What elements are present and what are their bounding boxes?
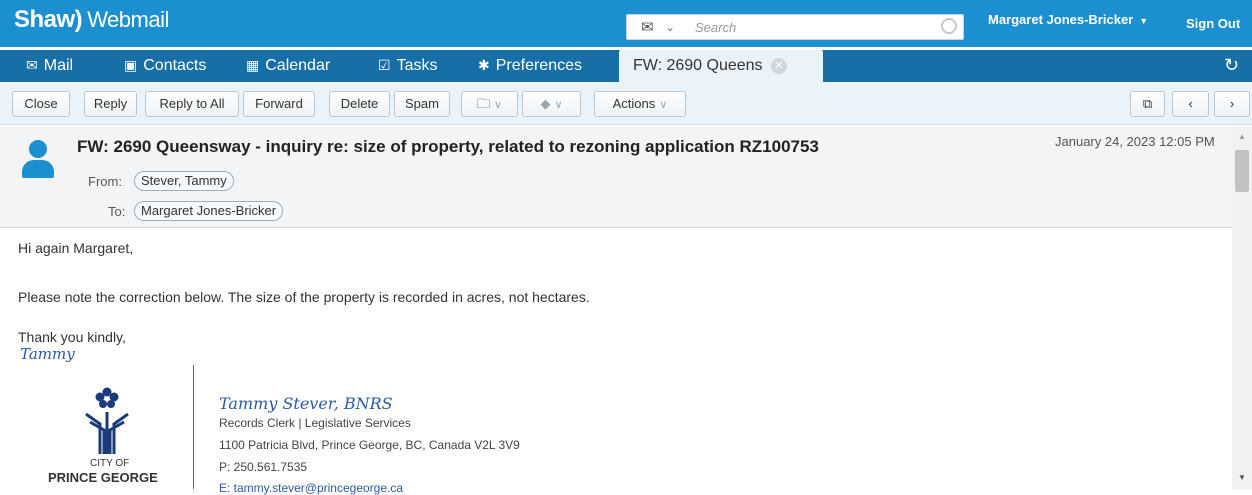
sign-out-link[interactable]: Sign Out <box>1186 16 1240 31</box>
search-icon[interactable] <box>941 18 957 34</box>
tag-button[interactable]: ◆ ∨ <box>522 91 581 117</box>
nav-label: Mail <box>43 57 74 74</box>
signature-address: 1100 Patricia Blvd, Prince George, BC, C… <box>219 438 520 452</box>
app-name: Webmail <box>87 7 169 32</box>
user-menu[interactable]: Margaret Jones-Bricker ▼ <box>988 12 1148 27</box>
envelope-icon[interactable]: ✉ <box>641 18 654 36</box>
chevron-down-icon[interactable]: ⌄ <box>665 20 675 34</box>
scroll-up-icon[interactable]: ▲ <box>1238 132 1246 141</box>
chevron-down-icon: ∨ <box>659 99 668 111</box>
actions-label: Actions <box>612 96 656 111</box>
tab-message[interactable]: FW: 2690 Queens ✕ <box>619 50 823 82</box>
chevron-down-icon: ∨ <box>493 99 503 111</box>
delete-button[interactable]: Delete <box>329 91 390 117</box>
nav-label: Tasks <box>396 57 438 74</box>
main-nav: ✉ Mail ▣ Contacts ▦ Calendar ☑ Tasks ✱ Prefer… <box>0 50 1252 82</box>
scroll-down-icon[interactable]: ▼ <box>1238 473 1246 482</box>
previous-button[interactable]: ‹ <box>1172 91 1209 117</box>
chevron-right-icon: › <box>1229 96 1235 111</box>
from-pill[interactable]: Stever, Tammy <box>134 171 234 191</box>
spam-button[interactable]: Spam <box>394 91 450 117</box>
chevron-down-icon: ∨ <box>554 99 563 111</box>
actions-button[interactable]: Actions ∨ <box>594 91 686 117</box>
nav-label: Calendar <box>265 57 331 74</box>
from-label: From: <box>88 174 122 189</box>
tag-icon: ◆ <box>540 96 551 111</box>
message-toolbar: Close Reply Reply to All Forward Delete … <box>0 82 1252 125</box>
close-button[interactable]: Close <box>12 91 70 117</box>
tab-label: FW: 2690 Queens <box>633 57 763 74</box>
signature-name: Tammy Stever, BNRS <box>219 394 393 413</box>
greeting-text: Hi again Margaret, <box>18 240 134 256</box>
brand-text: Shaw) <box>14 6 83 33</box>
prince-george-label: PRINCE GEORGE <box>48 470 158 485</box>
to-pill[interactable]: Margaret Jones-Bricker <box>134 201 284 221</box>
nav-label: Contacts <box>143 57 207 74</box>
mail-icon: ✉ <box>26 57 38 73</box>
close-icon[interactable]: ✕ <box>770 58 787 74</box>
chevron-down-icon: ▼ <box>1139 16 1149 26</box>
city-of-label: CITY OF <box>90 458 130 469</box>
shaw-logo[interactable]: Shaw) Webmail <box>14 6 169 34</box>
contacts-icon: ▣ <box>124 57 138 73</box>
nav-contacts[interactable]: ▣ Contacts <box>124 57 206 75</box>
next-button[interactable]: › <box>1214 91 1250 117</box>
body-paragraph: Please note the correction below. The si… <box>18 289 590 305</box>
move-folder-button[interactable]: 🗀 ∨ <box>461 91 518 117</box>
nav-calendar[interactable]: ▦ Calendar <box>246 57 330 75</box>
signature-title: Records Clerk | Legislative Services <box>219 416 411 430</box>
search-box[interactable]: ✉ ⌄ Search <box>626 14 964 40</box>
nav-tasks[interactable]: ☑ Tasks <box>378 57 437 75</box>
calendar-icon: ▦ <box>246 57 260 73</box>
popout-icon: ⧉ <box>1142 96 1153 111</box>
closing-text: Thank you kindly, <box>18 329 126 345</box>
avatar-head <box>29 140 47 158</box>
message-subject: FW: 2690 Queensway - inquiry re: size of… <box>77 137 819 156</box>
user-name: Margaret Jones-Bricker <box>988 12 1134 27</box>
reply-all-button[interactable]: Reply to All <box>145 91 239 117</box>
scrollbar[interactable]: ▲ ▼ <box>1232 126 1252 489</box>
city-emblem-icon <box>85 387 129 454</box>
reply-button[interactable]: Reply <box>84 91 137 117</box>
nav-preferences[interactable]: ✱ Preferences <box>478 57 582 75</box>
nav-mail[interactable]: ✉ Mail <box>26 57 73 75</box>
gear-icon: ✱ <box>478 57 490 73</box>
avatar-body <box>22 160 54 178</box>
avatar <box>20 138 56 180</box>
message-header: FW: 2690 Queensway - inquiry re: size of… <box>0 126 1232 228</box>
message-date: January 24, 2023 12:05 PM <box>1055 134 1215 149</box>
signature-phone: P: 250.561.7535 <box>219 460 308 474</box>
to-label: To: <box>108 204 126 219</box>
forward-button[interactable]: Forward <box>243 91 315 117</box>
tasks-icon: ☑ <box>378 57 391 73</box>
signature-email[interactable]: E: tammy.stever@princegeorge.ca <box>219 481 403 495</box>
folder-icon: 🗀 <box>476 96 490 111</box>
popout-button[interactable]: ⧉ <box>1130 91 1165 117</box>
sign-name: Tammy <box>20 345 75 363</box>
chevron-left-icon: ‹ <box>1188 96 1193 111</box>
signature-divider <box>193 365 194 489</box>
refresh-icon[interactable]: ↻ <box>1224 55 1239 76</box>
search-input[interactable]: Search <box>695 20 736 35</box>
scroll-thumb[interactable] <box>1235 150 1249 192</box>
top-header: Shaw) Webmail ✉ ⌄ Search Margaret Jones-B… <box>0 0 1252 47</box>
nav-label: Preferences <box>495 57 582 74</box>
